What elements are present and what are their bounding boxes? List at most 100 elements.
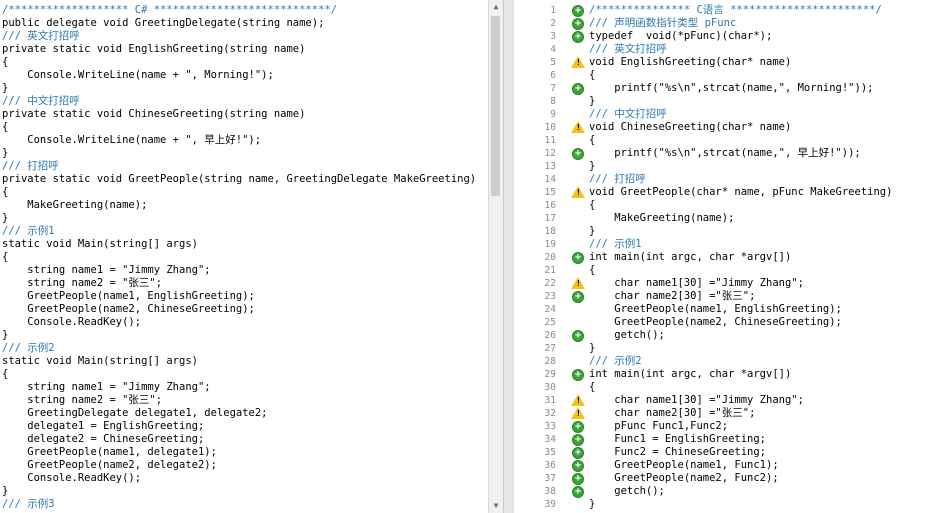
code-line: getch(); [589, 329, 665, 341]
code-line: getch(); [589, 485, 665, 497]
code-line: } [2, 147, 9, 159]
line-number: 18 [544, 226, 556, 237]
code-line: Console.WriteLine(name + ", Morning!"); [2, 69, 274, 81]
plus-circle-icon[interactable]: + [572, 447, 584, 459]
code-line: /// 打招呼 [2, 160, 59, 172]
code-line: pFunc Func1,Func2; [589, 420, 729, 432]
code-line: { [2, 56, 9, 68]
code-line: } [2, 212, 9, 224]
line-number: 39 [544, 499, 556, 510]
line-number: 1 [550, 5, 556, 16]
code-line: Func2 = ChineseGreeting; [589, 446, 767, 458]
warning-icon[interactable]: ! [571, 394, 585, 406]
warning-icon[interactable]: ! [571, 277, 585, 289]
line-number: 32 [544, 408, 556, 419]
left-scrollbar[interactable]: ▲ ▼ [488, 0, 503, 513]
diff-viewer: /******************* C# ****************… [0, 0, 934, 513]
code-line: } [589, 160, 596, 172]
line-number: 38 [544, 486, 556, 497]
line-number: 9 [550, 109, 556, 120]
line-number: 5 [550, 57, 556, 68]
left-code-pane[interactable]: /******************* C# ****************… [0, 0, 488, 513]
code-line: { [589, 134, 596, 146]
code-line: } [589, 225, 596, 237]
line-number: 24 [544, 304, 556, 315]
plus-circle-icon[interactable]: + [572, 148, 584, 160]
line-number: 25 [544, 317, 556, 328]
code-line: char name2[30] ="张三"; [589, 290, 756, 302]
plus-circle-icon[interactable]: + [572, 460, 584, 472]
line-number: 10 [544, 122, 556, 133]
plus-circle-icon[interactable]: + [572, 434, 584, 446]
line-number: 2 [550, 18, 556, 29]
plus-circle-icon[interactable]: + [572, 291, 584, 303]
code-line: private static void GreetPeople(string n… [2, 173, 477, 185]
code-line: Console.WriteLine(name + ", 早上好!"); [2, 134, 262, 146]
code-line: { [589, 199, 596, 211]
code-line: /// 示例1 [589, 238, 642, 250]
code-line: /// 中文打招呼 [589, 108, 667, 120]
code-line: private static void EnglishGreeting(stri… [2, 43, 306, 55]
code-line: Console.ReadKey(); [2, 472, 142, 484]
plus-circle-icon[interactable]: + [572, 31, 584, 43]
code-line: GreetPeople(name1, Func1); [589, 459, 779, 471]
code-line: string name1 = "Jimmy Zhang"; [2, 381, 211, 393]
plus-circle-icon[interactable]: + [572, 330, 584, 342]
plus-circle-icon[interactable]: + [572, 421, 584, 433]
code-line: static void Main(string[] args) [2, 238, 198, 250]
code-line: /// 示例1 [2, 225, 55, 237]
plus-circle-icon[interactable]: + [572, 486, 584, 498]
warning-icon[interactable]: ! [571, 121, 585, 133]
code-line: } [2, 485, 9, 497]
code-line: MakeGreeting(name); [589, 212, 735, 224]
code-line: } [2, 329, 9, 341]
code-line: /// 示例2 [589, 355, 642, 367]
code-line: } [2, 82, 9, 94]
line-number: 3 [550, 31, 556, 42]
plus-circle-icon[interactable]: + [572, 5, 584, 17]
code-line: GreetingDelegate delegate1, delegate2; [2, 407, 268, 419]
line-number: 20 [544, 252, 556, 263]
plus-circle-icon[interactable]: + [572, 252, 584, 264]
plus-circle-icon[interactable]: + [572, 18, 584, 30]
line-number: 26 [544, 330, 556, 341]
code-line: GreetPeople(name1, EnglishGreeting); [2, 290, 255, 302]
code-line: } [589, 342, 596, 354]
warning-icon[interactable]: ! [571, 186, 585, 198]
code-line: { [2, 251, 9, 263]
line-number: 19 [544, 239, 556, 250]
code-line: delegate1 = EnglishGreeting; [2, 420, 205, 432]
line-number: 21 [544, 265, 556, 276]
plus-circle-icon[interactable]: + [572, 473, 584, 485]
code-line: static void Main(string[] args) [2, 355, 198, 367]
line-number: 31 [544, 395, 556, 406]
code-line: char name1[30] ="Jimmy Zhang"; [589, 394, 804, 406]
code-line: /// 打招呼 [589, 173, 646, 185]
code-line: char name1[30] ="Jimmy Zhang"; [589, 277, 804, 289]
line-number: 7 [550, 83, 556, 94]
left-scrollbar-thumb[interactable] [491, 16, 500, 196]
code-line: delegate2 = ChineseGreeting; [2, 433, 205, 445]
plus-circle-icon[interactable]: + [572, 369, 584, 381]
code-line: Func1 = EnglishGreeting; [589, 433, 767, 445]
code-line: public delegate void GreetingDelegate(st… [2, 17, 325, 29]
line-number: 6 [550, 70, 556, 81]
warning-icon[interactable]: ! [571, 56, 585, 68]
code-line: GreetPeople(name2, delegate2); [2, 459, 217, 471]
code-line: { [2, 186, 9, 198]
scroll-up-icon[interactable]: ▲ [489, 0, 503, 14]
code-line: int main(int argc, char *argv[]) [589, 368, 792, 380]
code-line: /// 中文打招呼 [2, 95, 80, 107]
right-code-pane[interactable]: 1 + /*************** C语言 *****************… [514, 0, 934, 513]
line-number: 28 [544, 356, 556, 367]
warning-icon[interactable]: ! [571, 407, 585, 419]
scroll-down-icon[interactable]: ▼ [489, 499, 503, 513]
line-number: 17 [544, 213, 556, 224]
code-line: { [589, 264, 596, 276]
line-number: 22 [544, 278, 556, 289]
line-number: 29 [544, 369, 556, 380]
line-number: 37 [544, 473, 556, 484]
code-line: int main(int argc, char *argv[]) [589, 251, 792, 263]
code-line: string name2 = "张三"; [2, 394, 163, 406]
plus-circle-icon[interactable]: + [572, 83, 584, 95]
